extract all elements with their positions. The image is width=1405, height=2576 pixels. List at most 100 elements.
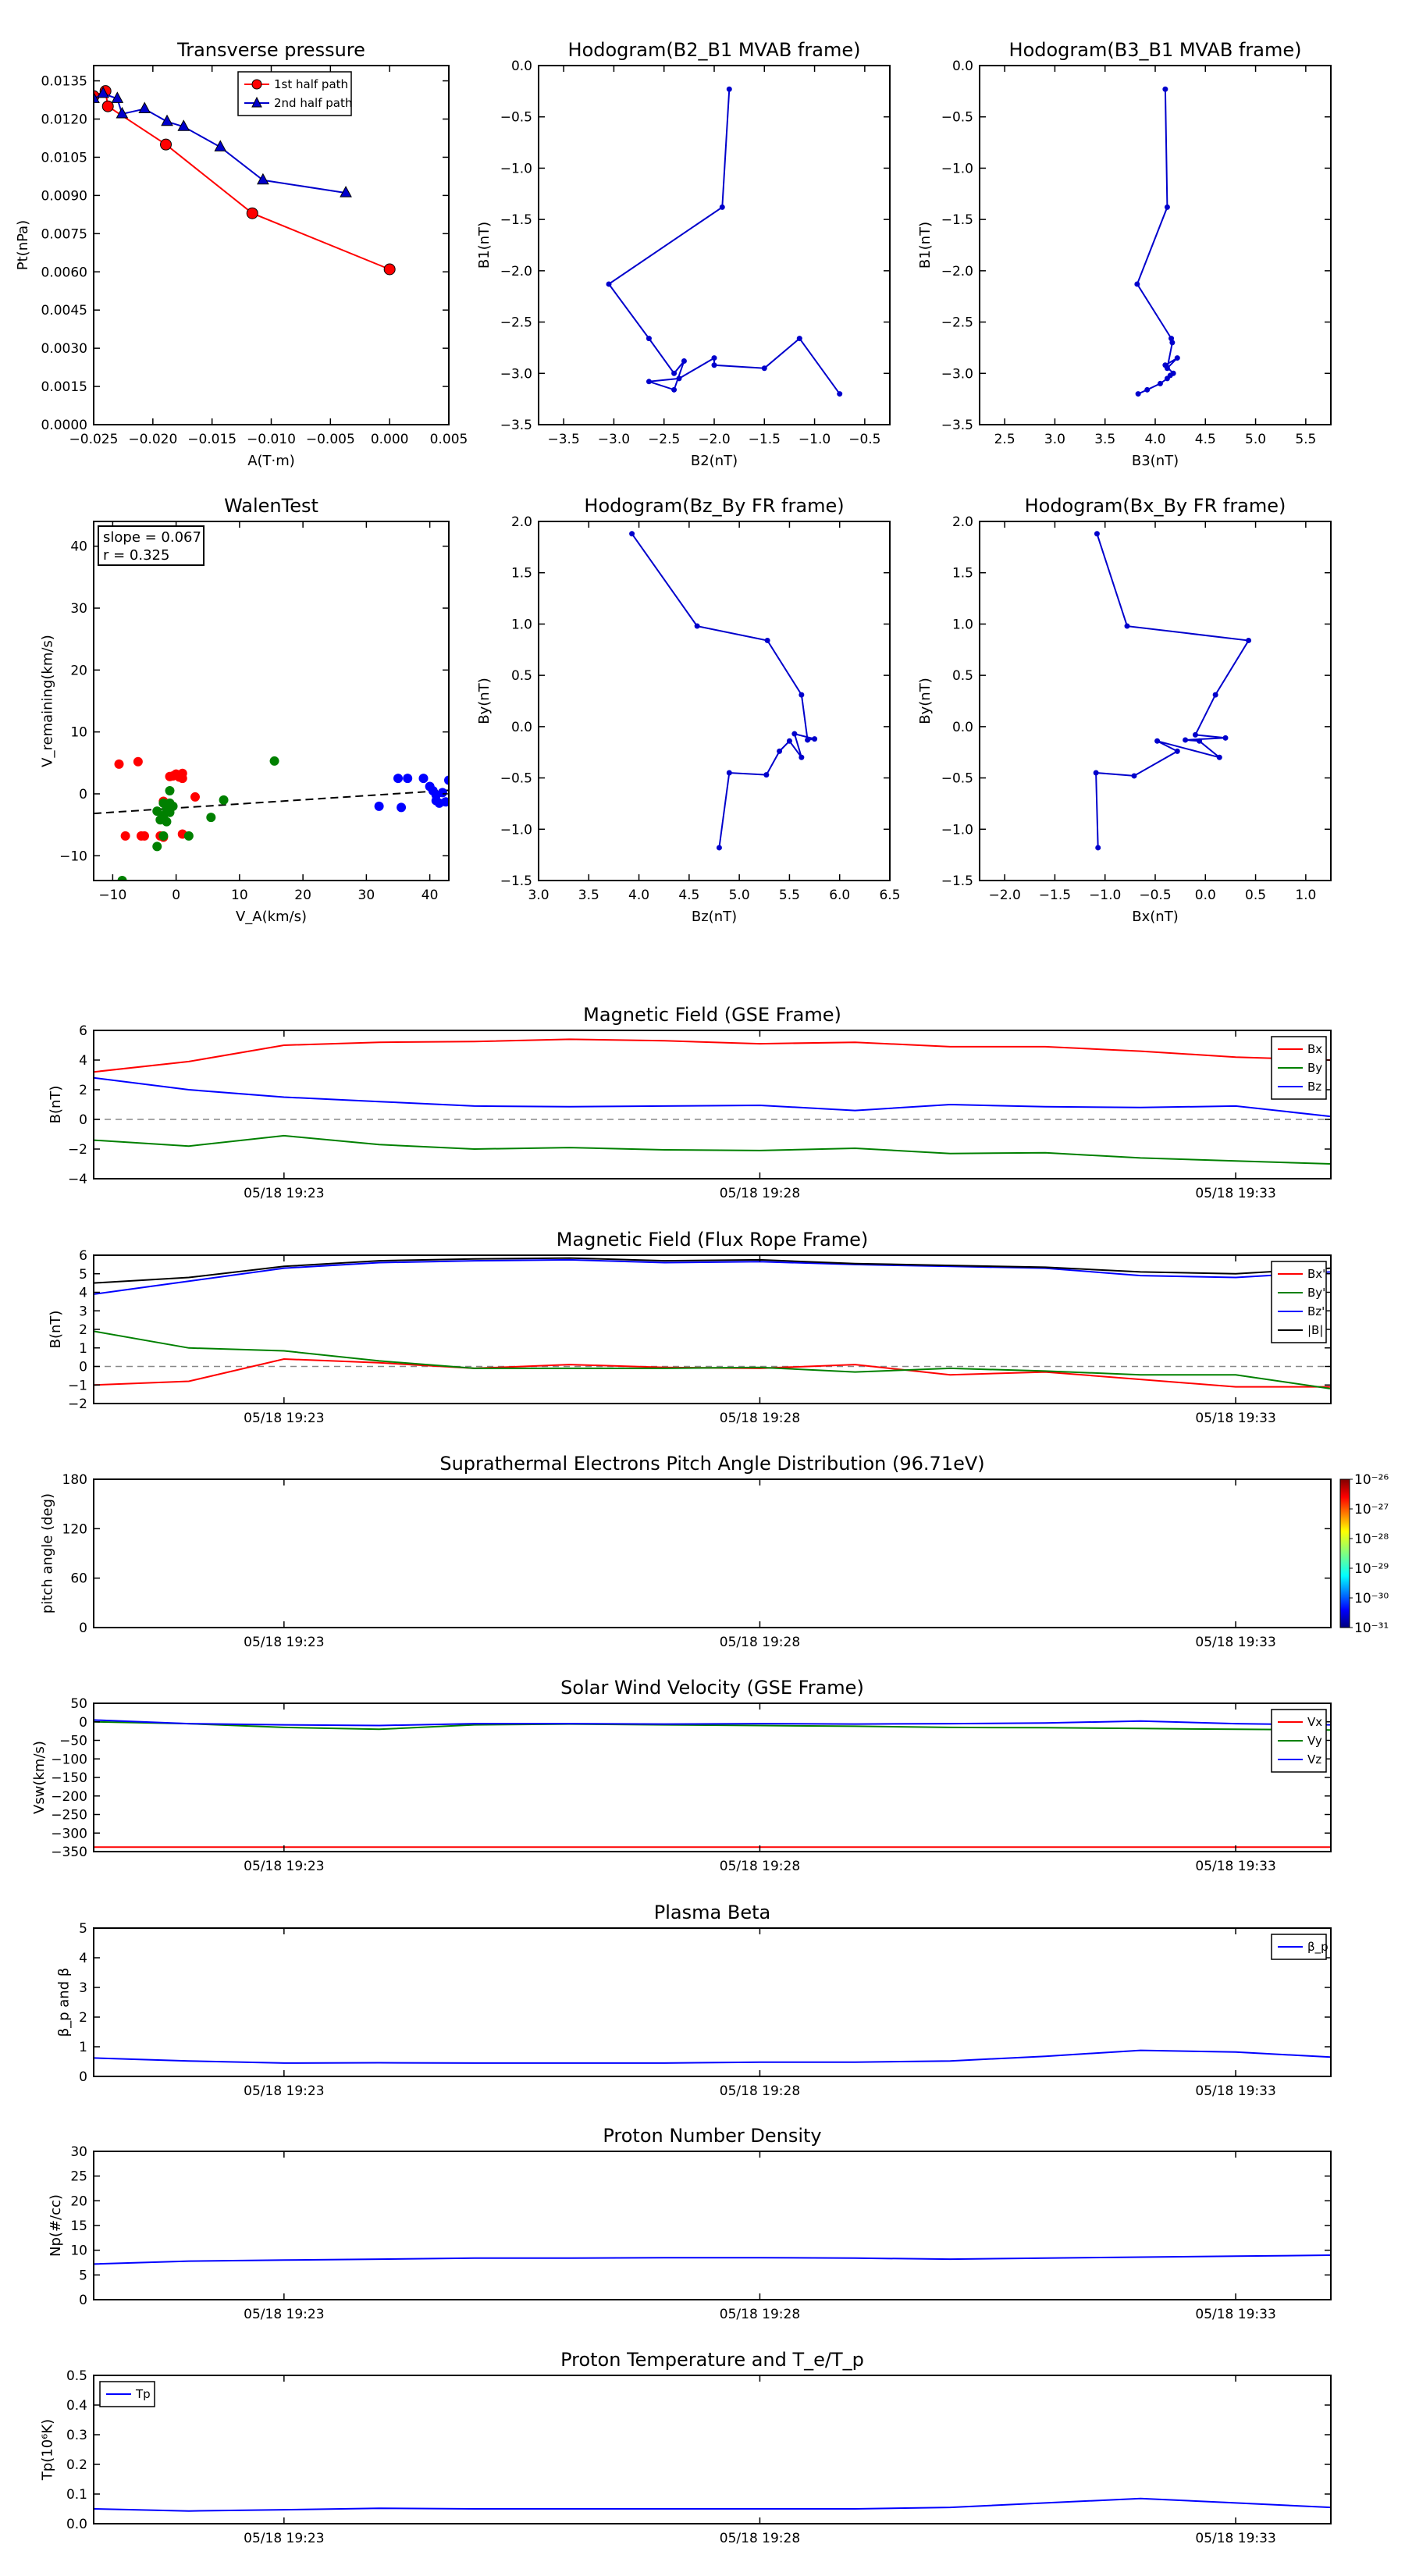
y-tick-label: −2.5 <box>941 315 973 331</box>
y-tick-label: 0.0015 <box>41 379 87 395</box>
data-point <box>418 774 429 784</box>
y-tick-label: 1 <box>79 2040 87 2055</box>
walen-test-series-1 <box>117 756 279 881</box>
hodogram-bz-by-title: Hodogram(Bz_By FR frame) <box>584 495 844 517</box>
legend-label: 1st half path <box>274 77 348 91</box>
colorbar-tick-label: 10⁻²⁸ <box>1354 1532 1389 1547</box>
data-point <box>246 207 258 219</box>
x-tick-label: 05/18 19:33 <box>1195 1859 1275 1874</box>
proton-temperature-series-line <box>94 2497 1331 2512</box>
x-tick-label: 0 <box>172 888 180 903</box>
proton-number-density-series-0 <box>94 2254 1331 2265</box>
y-tick-label: −0.5 <box>941 110 973 126</box>
pitch-angle-distribution-chart: Suprathermal Electrons Pitch Angle Distr… <box>40 1453 1389 1650</box>
transverse-pressure-xlabel: A(T·m) <box>247 453 295 469</box>
data-point <box>1162 362 1168 368</box>
data-point <box>403 774 413 784</box>
y-tick-label: −2 <box>68 1142 87 1158</box>
data-point <box>837 391 843 397</box>
data-point <box>1095 845 1101 851</box>
x-tick-label: −0.5 <box>1139 888 1171 903</box>
data-point <box>397 802 407 813</box>
data-point <box>1174 748 1180 754</box>
data-point <box>726 770 732 776</box>
data-point <box>114 759 124 769</box>
y-tick-label: −1 <box>68 1378 87 1393</box>
proton-temperature-ylabel: Tp(10⁶K) <box>40 2419 56 2481</box>
y-tick-label: −0.5 <box>500 110 532 126</box>
data-point <box>1197 738 1203 744</box>
data-point <box>158 810 169 820</box>
x-tick-label: −1.0 <box>799 432 831 447</box>
y-tick-label: 0.5 <box>952 668 973 684</box>
x-tick-label: 05/18 19:33 <box>1195 1411 1275 1426</box>
plasma-beta-ylabel: β_p and β <box>56 1968 73 2037</box>
y-tick-label: 6 <box>79 1248 87 1264</box>
x-tick-label: 05/18 19:23 <box>244 1635 324 1650</box>
solar-wind-velocity-chart: Solar Wind Velocity (GSE Frame) 05/18 19:… <box>31 1677 1332 1874</box>
x-tick-label: 3.5 <box>1094 432 1115 447</box>
y-tick-label: 4 <box>79 1053 87 1069</box>
data-point <box>1135 391 1141 397</box>
y-tick-label: −2.0 <box>500 264 532 279</box>
x-tick-label: 3.5 <box>578 888 599 903</box>
y-tick-label: −0.5 <box>941 771 973 787</box>
x-tick-label: 05/18 19:28 <box>720 1859 800 1874</box>
annotation-line: r = 0.325 <box>103 547 169 564</box>
transverse-pressure-series-line <box>94 90 390 270</box>
colorbar-tick-label: 10⁻²⁶ <box>1354 1472 1389 1488</box>
y-tick-label: 10 <box>70 725 87 741</box>
magnetic-field-gse-frame <box>93 1030 1332 1179</box>
data-point <box>1094 531 1100 537</box>
data-point <box>716 845 722 851</box>
data-point <box>269 756 279 766</box>
x-tick-label: 05/18 19:33 <box>1195 1635 1275 1650</box>
y-tick-label: 0.0 <box>952 59 973 74</box>
y-tick-label: −1.5 <box>500 873 532 889</box>
y-tick-label: 0.0030 <box>41 341 87 357</box>
legend-label: By <box>1307 1061 1322 1075</box>
proton-temperature-frame <box>93 2375 1332 2524</box>
y-tick-label: −300 <box>51 1826 87 1841</box>
hodogram-b2-b1-ylabel: B1(nT) <box>476 222 493 269</box>
x-tick-label: 1.0 <box>1295 888 1316 903</box>
y-tick-label: −1.5 <box>941 212 973 228</box>
y-tick-label: 0 <box>79 1112 87 1128</box>
data-point <box>140 831 149 841</box>
data-point <box>1192 731 1198 738</box>
figure: Transverse pressure −0.025 −0.020 −0.015 −0.… <box>15 39 1389 2546</box>
hodogram-b3-b1-ylabel: B1(nT) <box>917 222 934 269</box>
x-tick-label: 05/18 19:23 <box>244 1411 324 1426</box>
data-point <box>1216 754 1222 760</box>
x-tick-label: 05/18 19:23 <box>244 2083 324 2099</box>
proton-temperature-legend: Tp <box>99 2381 155 2407</box>
x-tick-label: −0.020 <box>128 432 177 447</box>
y-tick-label: 0.0 <box>511 59 532 74</box>
walen-test-series-0 <box>114 756 200 842</box>
x-tick-label: 05/18 19:23 <box>244 1186 324 1201</box>
legend-label: Bx <box>1307 1042 1322 1056</box>
data-point <box>1169 340 1176 346</box>
x-tick-label: −0.010 <box>247 432 296 447</box>
data-point <box>761 365 767 372</box>
hodogram-b3-b1-frame <box>979 65 1332 425</box>
y-tick-label: 0.1 <box>66 2487 87 2503</box>
y-tick-label: 0.0105 <box>41 150 87 165</box>
data-point <box>676 375 682 382</box>
y-tick-label: 0.0 <box>511 720 532 735</box>
x-tick-label: 6.0 <box>829 888 850 903</box>
y-tick-label: 60 <box>70 1571 87 1587</box>
x-tick-label: 05/18 19:23 <box>244 2531 324 2546</box>
data-point <box>799 754 805 760</box>
data-point <box>161 114 173 126</box>
y-tick-label: 0.0075 <box>41 226 87 242</box>
x-tick-label: −0.5 <box>848 432 880 447</box>
transverse-pressure-ylabel: Pt(nPa) <box>15 220 31 270</box>
x-tick-label: 05/18 19:28 <box>720 2307 800 2322</box>
magnetic-field-gse-series-2 <box>94 1076 1331 1118</box>
x-tick-label: 05/18 19:28 <box>720 1411 800 1426</box>
y-tick-label: 40 <box>70 539 87 555</box>
data-point <box>764 637 770 643</box>
x-tick-label: 0.000 <box>371 432 409 447</box>
x-tick-label: 05/18 19:33 <box>1195 2083 1275 2099</box>
